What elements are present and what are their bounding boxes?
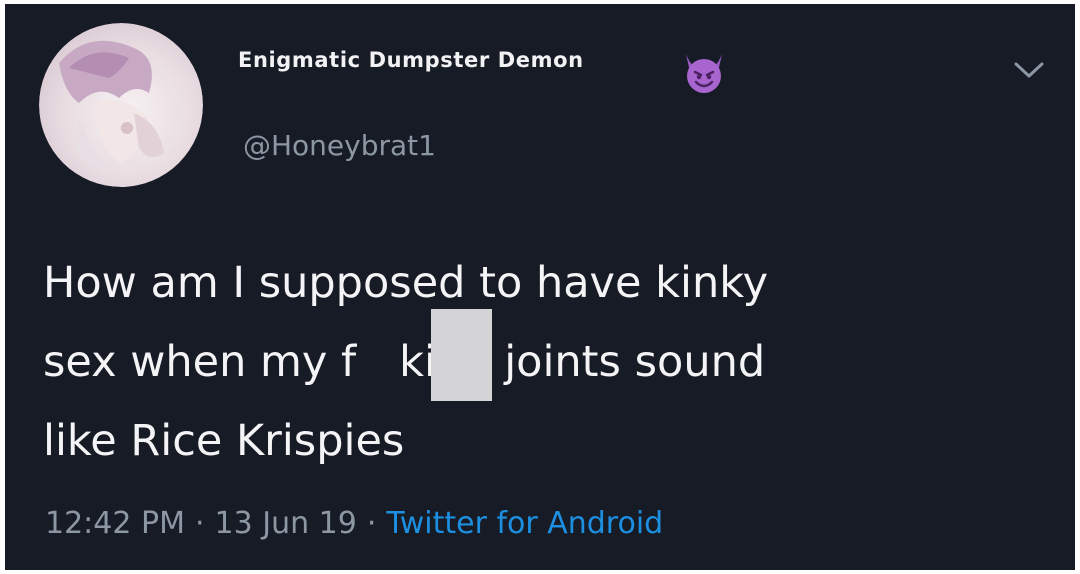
tweet-text-line: like Rice Krispies xyxy=(43,416,405,466)
chevron-down-icon[interactable] xyxy=(1010,58,1048,82)
separator-dot: · xyxy=(194,506,205,541)
tweet-meta: 12:42 PM · 13 Jun 19 · Twitter for Android xyxy=(45,506,663,541)
tweet-date[interactable]: 13 Jun 19 xyxy=(215,506,357,541)
display-name[interactable]: Enigmatic Dumpster Demon xyxy=(238,48,584,72)
tweet-text-line: How am I supposed to have kinky xyxy=(43,258,769,308)
separator-dot: · xyxy=(366,506,377,541)
user-handle[interactable]: @Honeybrat1 xyxy=(243,129,436,162)
avatar[interactable] xyxy=(39,23,203,187)
avatar-image xyxy=(39,23,203,187)
tweet-text: How am I supposed to have kinky sex when… xyxy=(43,244,1053,481)
censor-bar xyxy=(431,309,492,401)
tweet-text-line: sex when my f king joints sound xyxy=(43,337,766,387)
tweet-card: Enigmatic Dumpster Demon @Honeybrat1 How… xyxy=(5,4,1075,570)
tweet-source-link[interactable]: Twitter for Android xyxy=(386,506,663,541)
screenshot-frame: Enigmatic Dumpster Demon @Honeybrat1 How… xyxy=(0,0,1080,574)
devil-emoji-icon xyxy=(686,54,722,93)
tweet-time[interactable]: 12:42 PM xyxy=(45,506,185,541)
